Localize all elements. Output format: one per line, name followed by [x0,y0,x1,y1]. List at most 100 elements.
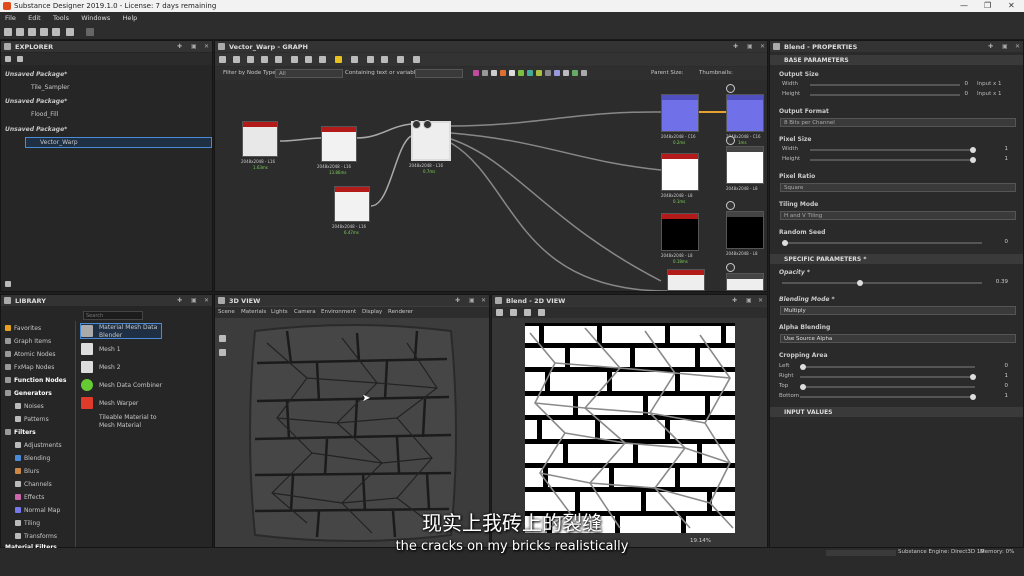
category-blending[interactable]: Blending [15,455,50,462]
category-graph-items[interactable]: Graph Items [5,338,51,345]
filter-icon[interactable] [491,70,497,76]
input-values-header[interactable]: INPUT VALUES [770,407,1023,417]
save-icon[interactable] [510,309,517,316]
new-package-icon[interactable] [4,28,12,36]
filter-icon[interactable] [581,70,587,76]
save-icon[interactable] [40,28,48,36]
graph-node-output-metallic[interactable] [726,211,764,249]
graph-item-tile-sampler[interactable]: Tile_Sampler [31,84,69,91]
view3d-menu-lights[interactable]: Lights [271,309,288,315]
pin-icon[interactable]: ✚ [455,297,460,304]
camera-icon[interactable] [219,335,226,342]
graph-node-edge-detect[interactable] [321,126,357,162]
tool-icon[interactable] [275,56,282,63]
specific-parameters-header[interactable]: SPECIFIC PARAMETERS * [770,254,1023,264]
menu-tools[interactable]: Tools [48,12,74,24]
output-icon[interactable] [726,84,735,93]
random-seed-slider[interactable] [782,240,982,246]
library-item-mesh-1[interactable] [81,343,96,356]
pin-icon[interactable]: ✚ [177,297,182,304]
tool-icon[interactable] [351,56,358,63]
view3d-menu-environment[interactable]: Environment [321,309,356,315]
float-icon[interactable]: ▣ [746,297,752,304]
view3d-menu-scene[interactable]: Scene [218,309,235,315]
graph-node-output-normal[interactable] [726,94,764,132]
toolbar-icon[interactable] [524,309,531,316]
minimize-button[interactable]: — [960,1,968,10]
opacity-value[interactable]: 0.39 [992,279,1008,285]
tool-icon[interactable] [305,56,312,63]
pin-icon[interactable]: ✚ [733,43,738,50]
package-item[interactable]: Unsaved Package* [5,98,67,105]
category-favorites[interactable]: Favorites [5,325,41,332]
graph-item-flood-fill[interactable]: Flood_Fill [31,111,58,118]
redo-icon[interactable] [86,28,94,36]
category-adjustments[interactable]: Adjustments [15,442,62,449]
blending-mode-dropdown[interactable]: Multiply [780,306,1016,315]
graph-node-output-roughness[interactable] [726,146,764,184]
filter-icon[interactable] [536,70,542,76]
open-icon[interactable] [28,28,36,36]
pin-icon[interactable]: ✚ [988,43,993,50]
new-graph-icon[interactable] [16,28,24,36]
library-search-input[interactable]: Search [83,311,143,320]
library-item-mesh-2[interactable] [81,361,96,374]
new-icon[interactable] [17,56,23,62]
view3d-menu-camera[interactable]: Camera [294,309,316,315]
category-noises[interactable]: Noises [15,403,44,410]
2d-texture-preview[interactable] [525,323,735,533]
graph-node-uniform-black[interactable] [661,213,699,251]
library-item-mesh-data-combiner[interactable] [81,379,96,392]
graph-node-normal[interactable] [661,94,699,132]
light-icon[interactable] [219,349,226,356]
graph-node-ambient-occlusion[interactable] [667,269,705,291]
close-icon[interactable]: ✕ [1015,43,1020,50]
menu-edit[interactable]: Edit [23,12,46,24]
tool-icon[interactable] [381,56,388,63]
tool-icon[interactable] [261,56,268,63]
filter-icon[interactable] [545,70,551,76]
library-item-tileable-material[interactable]: Tileable Material to Mesh Material [99,414,161,430]
toolbar-icon[interactable] [538,309,545,316]
category-effects[interactable]: Effects [15,494,44,501]
float-icon[interactable]: ▣ [191,43,197,50]
package-item[interactable]: Unsaved Package* [5,71,67,78]
filter-icon[interactable] [500,70,506,76]
graph-node-uniform-white[interactable] [661,153,699,191]
tool-icon[interactable] [319,56,326,63]
tool-icon[interactable] [247,56,254,63]
tool-icon[interactable] [219,56,226,63]
graph-node-output-ao[interactable] [726,273,764,291]
pixel-height-slider[interactable] [810,157,976,163]
package-item[interactable]: Unsaved Package* [5,126,67,133]
category-filters[interactable]: Filters [5,429,36,436]
contain-input[interactable] [415,69,463,78]
filter-color-icon[interactable] [473,70,479,76]
close-button[interactable]: ✕ [1008,1,1015,10]
tool-icon[interactable] [397,56,404,63]
tool-icon[interactable] [233,56,240,63]
output-icon[interactable] [726,263,735,272]
maximize-button[interactable]: ❐ [984,1,991,10]
tiling-mode-dropdown[interactable]: H and V Tiling [780,211,1016,220]
output-height-mode[interactable]: Input x 1 [977,91,1002,97]
pin-icon[interactable]: ✚ [177,43,182,50]
menu-file[interactable]: File [0,12,21,24]
tool-icon[interactable] [367,56,374,63]
category-fxmap-nodes[interactable]: FxMap Nodes [5,364,54,371]
output-icon[interactable] [726,136,735,145]
float-icon[interactable]: ▣ [747,43,753,50]
output-format-dropdown[interactable]: 8 Bits per Channel [780,118,1016,127]
output-height-slider[interactable] [810,94,960,96]
crop-top-slider[interactable] [800,384,975,390]
close-icon[interactable]: ✕ [481,297,486,304]
view3d-menu-display[interactable]: Display [362,309,382,315]
category-channels[interactable]: Channels [15,481,52,488]
output-width-mode[interactable]: Input x 1 [977,81,1002,87]
category-generators[interactable]: Generators [5,390,52,397]
tool-icon[interactable] [413,56,420,63]
category-function-nodes[interactable]: Function Nodes [5,377,66,384]
view3d-menu-materials[interactable]: Materials [241,309,266,315]
output-width-slider[interactable] [810,84,960,86]
menu-windows[interactable]: Windows [76,12,115,24]
